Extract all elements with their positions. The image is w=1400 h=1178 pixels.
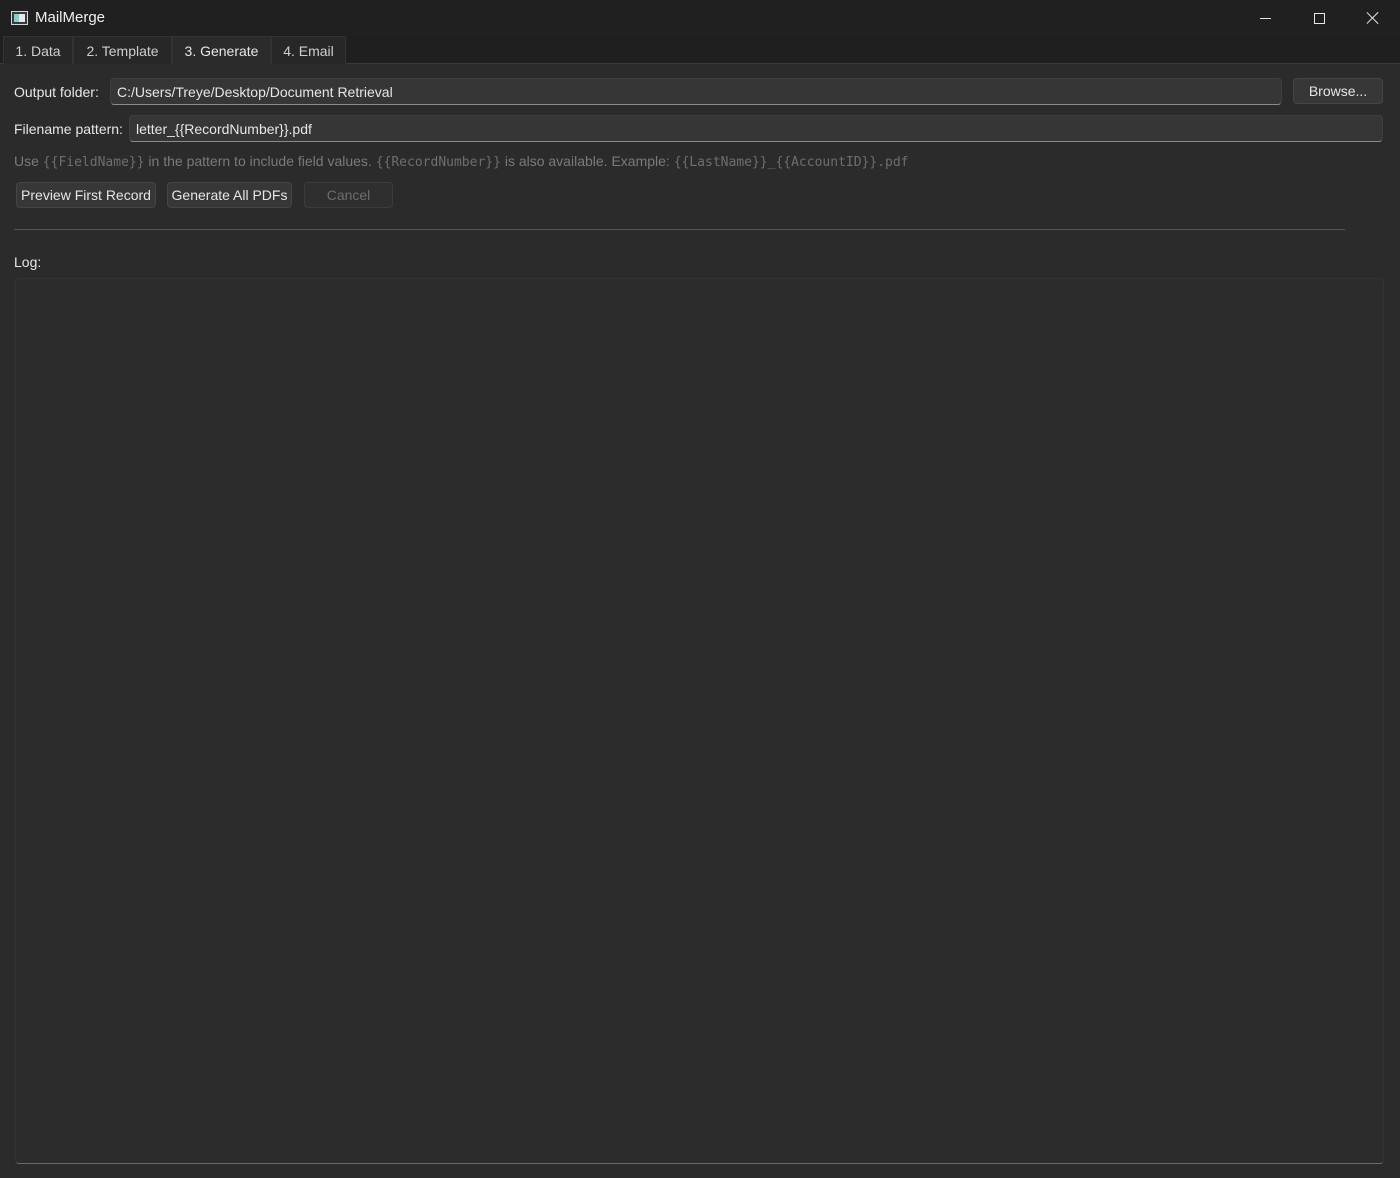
log-label: Log: [14,254,42,270]
cancel-button[interactable]: Cancel [304,182,393,208]
hint-text: is also available. Example: [500,153,674,169]
minimize-icon [1259,17,1271,19]
window-title: MailMerge [35,9,106,26]
title-bar: MailMerge [0,0,1400,36]
maximize-button[interactable] [1292,0,1346,36]
filename-pattern-input[interactable] [129,115,1383,142]
close-icon [1366,11,1380,25]
separator [14,229,1345,230]
hint-code: {{RecordNumber}} [375,155,501,170]
output-folder-input[interactable] [110,78,1282,105]
pattern-hint: Use {{FieldName}} in the pattern to incl… [14,153,909,170]
hint-text: in the pattern to include field values. [144,153,376,169]
tab-template[interactable]: 2. Template [73,36,172,64]
preview-first-record-button[interactable]: Preview First Record [16,182,156,208]
app-icon [11,11,28,25]
close-button[interactable] [1346,0,1400,36]
filename-pattern-label: Filename pattern: [14,121,123,137]
tab-bar: 1. Data 2. Template 3. Generate 4. Email [0,36,1400,64]
output-folder-label: Output folder: [14,84,99,100]
hint-code: {{LastName}}_{{AccountID}}.pdf [673,155,909,170]
generate-panel: Output folder: Browse... Filename patter… [0,64,1400,1178]
minimize-button[interactable] [1238,0,1292,36]
generate-all-pdfs-button[interactable]: Generate All PDFs [167,182,292,208]
hint-text: Use [14,153,43,169]
browse-button[interactable]: Browse... [1293,78,1383,104]
tab-generate[interactable]: 3. Generate [172,36,271,64]
tab-data[interactable]: 1. Data [3,36,73,64]
tab-email[interactable]: 4. Email [271,36,346,64]
log-output[interactable] [15,278,1384,1164]
maximize-icon [1313,12,1325,24]
hint-code: {{FieldName}} [42,155,145,170]
